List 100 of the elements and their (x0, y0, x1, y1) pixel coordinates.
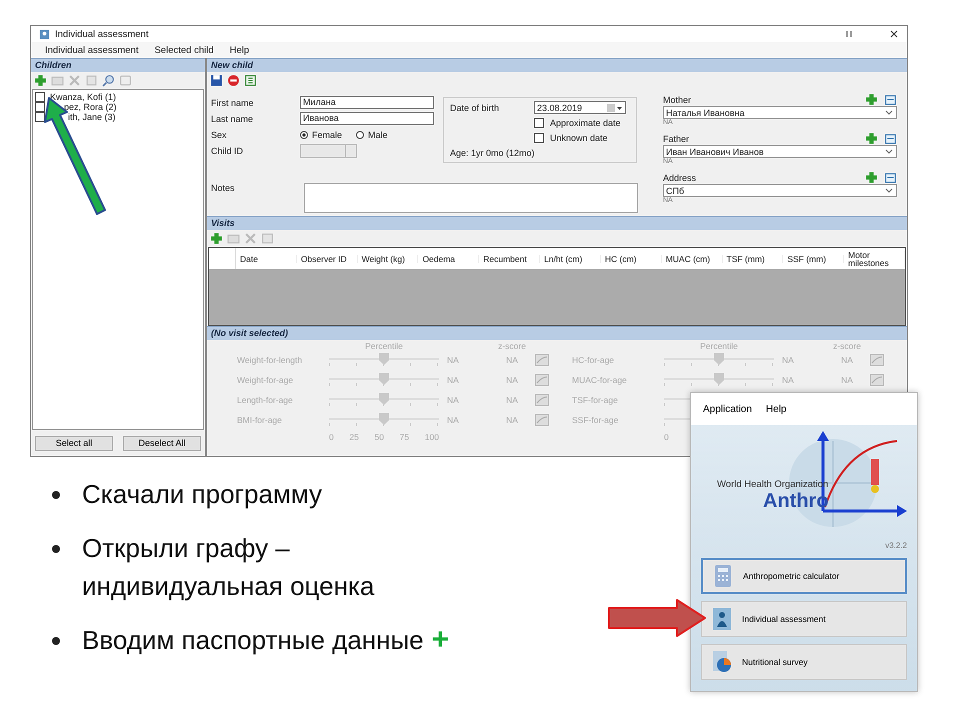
column-header[interactable]: Oedema (418, 254, 480, 262)
chart-icon[interactable] (870, 374, 884, 386)
menu-item[interactable]: Help (230, 44, 250, 56)
bullet-icon (52, 637, 60, 645)
number-field[interactable] (300, 144, 357, 158)
chevron-down-icon[interactable] (885, 149, 893, 154)
list-button[interactable]: Deselect All (123, 436, 201, 450)
folder-icon[interactable] (51, 74, 64, 87)
plus-icon[interactable] (210, 232, 223, 245)
column-header: Percentile (700, 341, 738, 351)
menu-item[interactable]: Individual assessment (45, 44, 138, 56)
column-header[interactable]: Motor milestones (844, 250, 905, 266)
plus-icon[interactable] (34, 74, 47, 87)
save-icon[interactable] (210, 74, 223, 87)
delete-icon[interactable] (244, 232, 257, 245)
indicator-label: Weight-for-age (237, 375, 294, 385)
field-label: Sex (211, 130, 228, 140)
column-header[interactable]: Ln/ht (cm) (540, 254, 601, 262)
module-button[interactable]: Individual assessment (701, 601, 907, 637)
plus-icon[interactable] (865, 132, 878, 145)
version-text: v3.2.2 (885, 541, 907, 550)
plus-icon[interactable] (865, 171, 878, 184)
field-label: Last name (211, 114, 254, 124)
checkbox[interactable] (35, 92, 45, 102)
text-field[interactable]: Милана (300, 96, 434, 109)
date-field[interactable]: 23.08.2019 (534, 101, 626, 114)
bullet-text: Вводим паспортные данные + (82, 622, 450, 658)
field-label: Child ID (211, 146, 244, 156)
field-label: Notes (211, 183, 236, 193)
chart-icon[interactable] (870, 354, 884, 366)
spreadsheet-icon[interactable] (244, 74, 257, 87)
dropdown[interactable]: Наталья Ивановна (663, 106, 897, 119)
menu-item[interactable]: Application (703, 404, 752, 414)
value-text: NA (782, 355, 794, 365)
chart-icon[interactable] (535, 394, 549, 406)
column-header[interactable]: SSF (mm) (783, 254, 844, 262)
indicator-label: MUAC-for-age (572, 375, 627, 385)
window-title: Individual assessment (55, 28, 150, 40)
chevron-down-icon[interactable] (885, 110, 893, 115)
menu-item[interactable]: Help (766, 404, 786, 414)
cancel-icon[interactable] (227, 74, 240, 87)
menu-item[interactable]: Selected child (154, 44, 214, 56)
value-text: NA (506, 375, 518, 385)
checkbox[interactable] (35, 112, 45, 122)
age-text: Age: 1yr 0mo (12mo) (450, 148, 536, 158)
column-header[interactable]: MUAC (cm) (662, 254, 722, 262)
value-text: NA (782, 375, 794, 385)
checkbox[interactable] (534, 132, 544, 142)
dropdown[interactable]: СПб (663, 184, 897, 197)
indicator-label: TSF-for-age (572, 395, 618, 405)
maximize-icon[interactable] (844, 29, 854, 39)
calendar-icon[interactable] (607, 104, 623, 112)
column-header[interactable]: Observer ID (296, 254, 358, 262)
column-header[interactable]: HC (cm) (600, 254, 662, 262)
delete-icon[interactable] (68, 74, 81, 87)
chart-icon[interactable] (261, 232, 274, 245)
chevron-down-icon[interactable] (885, 188, 893, 193)
list-button[interactable]: Select all (35, 436, 113, 450)
indicator-label: BMI-for-age (237, 415, 282, 425)
child-name[interactable]: Kwanza, Kofi (1) (50, 92, 116, 102)
edit-icon[interactable] (884, 93, 897, 106)
checkbox[interactable] (35, 102, 45, 112)
field-label: Date of birth (450, 102, 500, 112)
module-button[interactable]: Nutritional survey (701, 644, 907, 680)
value-text: NA (447, 355, 459, 365)
panel-header: (No visit selected) (207, 326, 907, 340)
column-header[interactable]: Weight (kg) (358, 254, 418, 262)
checkbox-label: Approximate date (550, 118, 621, 128)
indicator-label: Weight-for-length (237, 355, 302, 365)
column-header[interactable]: TSF (mm) (722, 254, 784, 262)
search-icon[interactable] (102, 74, 115, 87)
axis-label: 0 (664, 432, 669, 442)
edit-icon[interactable] (884, 171, 897, 184)
window-icon[interactable] (119, 74, 132, 87)
calculator-icon (713, 564, 733, 588)
radio-button[interactable] (300, 130, 308, 138)
document-icon[interactable] (85, 74, 98, 87)
axis-label: 50 (374, 432, 384, 442)
pie-chart-icon (712, 650, 732, 674)
child-name[interactable]: ith, Jane (3) (68, 112, 116, 122)
checkbox[interactable] (534, 118, 544, 128)
close-icon[interactable] (889, 29, 899, 39)
chart-icon[interactable] (535, 354, 549, 366)
plus-icon[interactable] (865, 93, 878, 106)
radio-button[interactable] (356, 130, 364, 138)
value-text: NA (447, 395, 459, 405)
column-header[interactable]: Recumbent (479, 254, 540, 262)
chart-icon[interactable] (535, 414, 549, 426)
indicator-label: Length-for-age (237, 395, 293, 405)
column-header[interactable]: Date (236, 254, 297, 262)
plus-sign: + (432, 623, 450, 656)
chart-icon[interactable] (535, 374, 549, 386)
folder-icon[interactable] (227, 232, 240, 245)
bullet-icon (52, 545, 60, 553)
edit-icon[interactable] (884, 132, 897, 145)
notes-field[interactable] (304, 183, 638, 213)
column-header: z-score (833, 341, 861, 351)
text-field[interactable]: Иванова (300, 112, 434, 125)
dropdown[interactable]: Иван Иванович Иванов (663, 145, 897, 158)
module-button[interactable]: Anthropometric calculator (701, 558, 907, 594)
